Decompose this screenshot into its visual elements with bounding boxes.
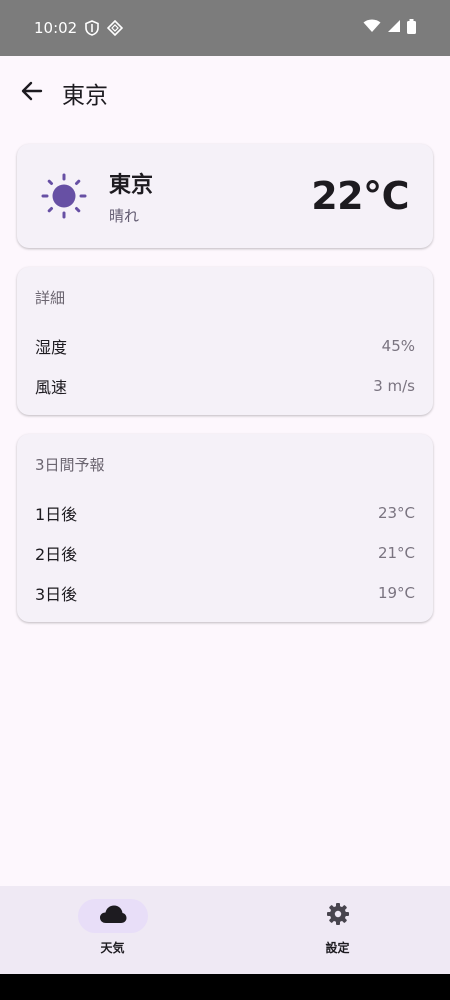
- battery-icon: [407, 18, 416, 38]
- page-title: 東京: [62, 83, 108, 109]
- nav-active-indicator: [77, 899, 148, 933]
- forecast-card: 3日間予報 1日後 23°C 2日後 21°C 3日後 19°C: [17, 434, 433, 622]
- cloud-icon: [99, 904, 127, 928]
- detail-value: 3 m/s: [373, 377, 415, 395]
- city-name: 東京: [109, 172, 154, 198]
- nav-label: 天気: [100, 941, 125, 955]
- nav-item-settings[interactable]: 設定: [225, 886, 450, 974]
- gear-icon: [326, 902, 350, 930]
- forecast-temp: 23°C: [377, 504, 415, 522]
- signal-icon: [387, 19, 401, 37]
- details-heading: 詳細: [35, 289, 66, 307]
- current-weather-card: 東京 晴れ 22°C: [17, 144, 433, 248]
- nav-label: 設定: [325, 941, 350, 955]
- detail-label: 風速: [35, 378, 68, 397]
- gesture-bar: [0, 974, 450, 1000]
- nav-item-weather[interactable]: 天気: [0, 886, 225, 974]
- bottom-navigation: 天気 設定: [0, 886, 450, 974]
- forecast-row: 2日後 21°C: [35, 533, 415, 573]
- forecast-temp: 19°C: [377, 584, 415, 602]
- forecast-temp: 21°C: [377, 544, 415, 562]
- shield-icon: [85, 20, 100, 36]
- forecast-day: 3日後: [35, 585, 78, 604]
- details-card: 詳細 湿度 45% 風速 3 m/s: [17, 267, 433, 415]
- sun-icon: [41, 173, 87, 219]
- back-button[interactable]: [18, 79, 46, 107]
- detail-row-humidity: 湿度 45%: [35, 326, 415, 366]
- app-bar: 東京: [0, 56, 450, 130]
- detail-label: 湿度: [35, 338, 68, 357]
- status-time: 10:02: [34, 19, 78, 37]
- forecast-row: 3日後 19°C: [35, 573, 415, 613]
- detail-row-wind: 風速 3 m/s: [35, 366, 415, 406]
- status-bar: 10:02: [0, 0, 450, 56]
- forecast-day: 1日後: [35, 505, 78, 524]
- diamond-icon: [107, 20, 124, 36]
- forecast-heading: 3日間予報: [35, 456, 105, 474]
- detail-value: 45%: [381, 337, 415, 355]
- wifi-icon: [363, 19, 381, 37]
- weather-condition: 晴れ: [109, 206, 140, 225]
- forecast-day: 2日後: [35, 545, 78, 564]
- arrow-left-icon: [21, 80, 43, 106]
- nav-icon-container: [303, 899, 373, 933]
- forecast-row: 1日後 23°C: [35, 493, 415, 533]
- current-temperature: 22°C: [311, 174, 409, 218]
